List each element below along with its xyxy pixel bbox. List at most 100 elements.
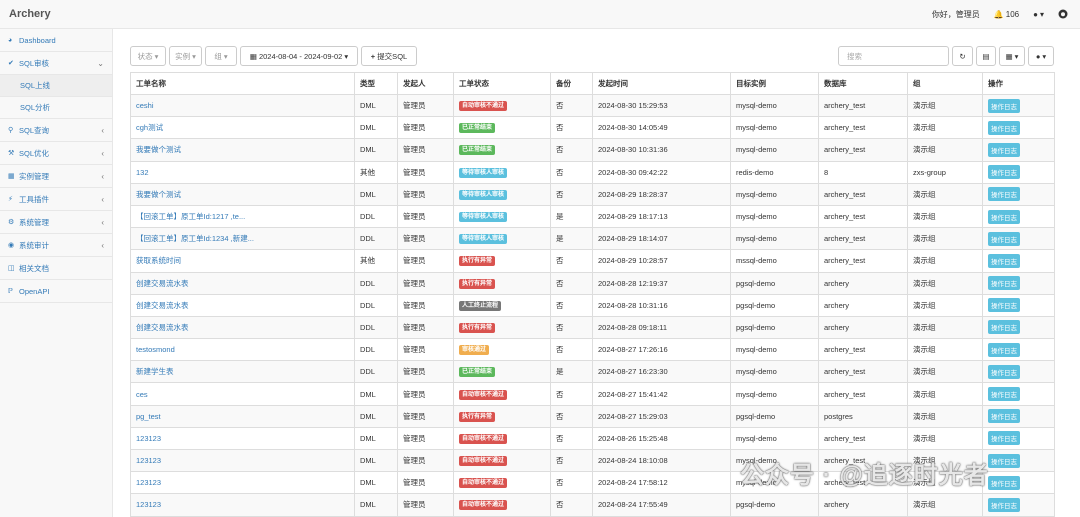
table-cell: 演示组	[907, 138, 983, 162]
operation-log-button[interactable]: 操作日志	[988, 453, 1020, 468]
table-cell: 管理员	[397, 471, 454, 495]
column-header[interactable]: 数据库	[818, 72, 908, 95]
sidebar-item-sql-query[interactable]: ⚲ SQL查询 ‹	[0, 119, 112, 142]
columns-button[interactable]: ▦ ▾	[999, 46, 1025, 66]
column-header[interactable]: 操作	[982, 72, 1055, 95]
user-menu-button[interactable]: ● ▾	[1033, 10, 1044, 19]
notifications-button[interactable]: 🔔 106	[994, 10, 1019, 19]
table-cell: 否	[550, 182, 593, 206]
operation-log-button[interactable]: 操作日志	[988, 276, 1020, 291]
submit-sql-button[interactable]: + 提交SQL	[361, 46, 417, 66]
table-cell: 否	[550, 93, 593, 118]
export-button[interactable]: ● ▾	[1028, 46, 1054, 66]
date-range-value: 2024-08-04 - 2024-09-02	[258, 51, 343, 61]
sidebar-subitem-sql-analysis[interactable]: SQL分析	[0, 97, 112, 119]
table-cell: redis-demo	[730, 160, 819, 184]
operation-log-button[interactable]: 操作日志	[988, 142, 1020, 157]
workflow-name-link[interactable]: 获取系统时间	[136, 256, 181, 265]
workflow-name-link[interactable]: 123123	[136, 478, 161, 487]
table-cell: 演示组	[907, 338, 983, 362]
operation-log-button[interactable]: 操作日志	[988, 298, 1020, 313]
operation-log-button[interactable]: 操作日志	[988, 98, 1020, 113]
table-cell: 演示组	[907, 493, 983, 517]
date-range-picker[interactable]: ▦ 2024-08-04 - 2024-09-02 ▾	[240, 46, 358, 66]
workflow-name-link[interactable]: 我要做个测试	[136, 190, 181, 199]
group-filter-label: 组	[214, 51, 222, 61]
table-row: ceshi DML 管理员 自动审核不通过 否 2024-08-30 15:29:53 my…	[130, 93, 1055, 118]
column-header[interactable]: 工单名称	[130, 72, 355, 95]
table-cell: 已正常结束	[453, 138, 551, 162]
workflow-name-link[interactable]: cgh测试	[136, 123, 163, 132]
workflow-name-link[interactable]: 新建学生表	[136, 367, 174, 376]
sidebar-item-label: 系统审计	[19, 240, 49, 250]
group-filter-dropdown[interactable]: 组 ▾	[205, 46, 237, 66]
workflow-name-link[interactable]: pg_test	[136, 412, 161, 421]
operation-log-button[interactable]: 操作日志	[988, 253, 1020, 268]
workflow-name-link[interactable]: 123123	[136, 500, 161, 509]
sidebar-item-sql-review[interactable]: ✔ SQL审核 ⌄	[0, 52, 112, 75]
sidebar-item-sql-optimize[interactable]: ⚒ SQL优化 ‹	[0, 142, 112, 165]
workflow-name-link[interactable]: 我要做个测试	[136, 145, 181, 154]
sidebar-item-docs[interactable]: ◫ 相关文档	[0, 257, 112, 280]
workflow-name-link[interactable]: testosmond	[136, 345, 175, 354]
workflow-name-link[interactable]: 创建交易流水表	[136, 301, 189, 310]
search-input[interactable]: 搜索	[838, 46, 949, 66]
operation-log-button[interactable]: 操作日志	[988, 342, 1020, 357]
sidebar-item-openapi[interactable]: ℙ OpenAPI	[0, 280, 112, 303]
workflow-name-link[interactable]: 【回滚工单】原工单Id:1234 ,新建...	[136, 234, 254, 243]
sidebar-item-system[interactable]: ⚙ 系统管理 ‹	[0, 211, 112, 234]
sidebar-item-audit[interactable]: ◉ 系统审计 ‹	[0, 234, 112, 257]
column-header[interactable]: 组	[907, 72, 983, 95]
table-cell: 我要做个测试	[130, 182, 355, 206]
operation-log-button[interactable]: 操作日志	[988, 497, 1020, 512]
sidebar-item-instances[interactable]: ▦ 实例管理 ‹	[0, 165, 112, 188]
status-badge: 自动审核不通过	[459, 500, 508, 511]
table-cell: 否	[550, 315, 593, 340]
operation-log-button[interactable]: 操作日志	[988, 431, 1020, 446]
column-header[interactable]: 备份	[550, 72, 593, 95]
sidebar-item-tools[interactable]: ⚡ 工具插件 ‹	[0, 188, 112, 211]
operation-log-button[interactable]: 操作日志	[988, 364, 1020, 379]
workflow-name-link[interactable]: 132	[136, 168, 149, 177]
workflow-name-link[interactable]: ceshi	[136, 101, 154, 110]
operation-log-button[interactable]: 操作日志	[988, 187, 1020, 202]
workflow-name-link[interactable]: 创建交易流水表	[136, 323, 189, 332]
operation-log-button[interactable]: 操作日志	[988, 475, 1020, 490]
workflow-name-link[interactable]: 【回滚工单】原工单Id:1217 ,te...	[136, 212, 245, 221]
operation-log-button[interactable]: 操作日志	[988, 120, 1020, 135]
table-cell: 管理员	[397, 448, 454, 473]
toggle-view-button[interactable]: ▤	[976, 46, 996, 66]
column-header[interactable]: 类型	[354, 72, 398, 95]
table-cell: DDL	[354, 360, 398, 384]
status-filter-dropdown[interactable]: 状态 ▾	[130, 46, 166, 66]
sidebar-item-dashboard[interactable]: ◕ Dashboard	[0, 29, 112, 52]
table-cell: 操作日志	[982, 338, 1055, 362]
operation-log-button[interactable]: 操作日志	[988, 387, 1020, 402]
plus-icon: +	[370, 51, 376, 61]
brand-logo[interactable]: Archery	[9, 8, 51, 20]
workflow-name-link[interactable]: ces	[136, 390, 148, 399]
table-cell: 123123	[130, 448, 355, 473]
plug-icon: ⚡	[8, 196, 13, 203]
column-header[interactable]: 发起时间	[592, 72, 731, 95]
refresh-button[interactable]: ↻	[952, 46, 973, 66]
instance-filter-dropdown[interactable]: 实例 ▾	[169, 46, 202, 66]
operation-log-button[interactable]: 操作日志	[988, 165, 1020, 180]
table-cell: 123123	[130, 426, 355, 451]
operation-log-button[interactable]: 操作日志	[988, 231, 1020, 246]
table-cell: 操作日志	[982, 404, 1055, 428]
table-cell: 操作日志	[982, 160, 1055, 184]
github-link[interactable]	[1058, 9, 1068, 21]
column-header[interactable]: 工单状态	[453, 72, 551, 95]
workflow-name-link[interactable]: 123123	[136, 434, 161, 443]
column-header[interactable]: 发起人	[397, 72, 454, 95]
operation-log-button[interactable]: 操作日志	[988, 409, 1020, 424]
sidebar-subitem-sql-online[interactable]: SQL上线	[0, 75, 112, 97]
operation-log-button[interactable]: 操作日志	[988, 320, 1020, 335]
operation-log-button[interactable]: 操作日志	[988, 209, 1020, 224]
column-header[interactable]: 目标实例	[730, 72, 819, 95]
user-greeting[interactable]: 你好，管理员	[932, 9, 980, 20]
table-cell: 等待审核人审核	[453, 204, 551, 229]
workflow-name-link[interactable]: 123123	[136, 456, 161, 465]
workflow-name-link[interactable]: 创建交易流水表	[136, 279, 189, 288]
